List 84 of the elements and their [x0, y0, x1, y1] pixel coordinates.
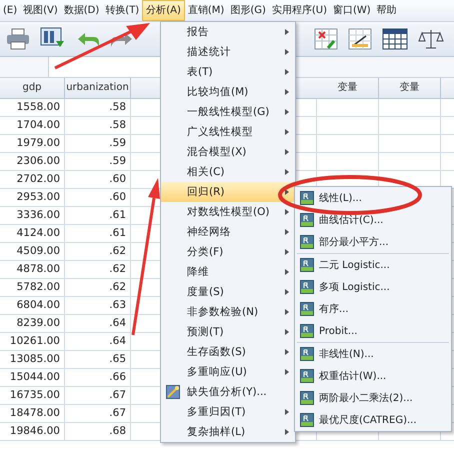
- menu-item[interactable]: 对数线性模型(O): [161, 202, 295, 222]
- regression-icon: [300, 235, 314, 249]
- regression-icon: [300, 369, 314, 383]
- menu-item[interactable]: 生存函数(S): [161, 342, 295, 362]
- submenu-arrow-icon: [285, 269, 289, 275]
- menu-item[interactable]: 表(T): [161, 62, 295, 82]
- menu-bar-item[interactable]: 图形(G): [227, 0, 269, 21]
- menu-item[interactable]: 描述统计: [161, 42, 295, 62]
- menu-item[interactable]: 复杂抽样(L): [161, 422, 295, 442]
- regression-icon: [300, 213, 314, 227]
- menu-item[interactable]: Probit...: [295, 320, 451, 342]
- menu-item[interactable]: 一般线性模型(G): [161, 102, 295, 122]
- menu-bar-item[interactable]: 窗口(W): [330, 0, 374, 21]
- menu-item[interactable]: 最优尺度(CATREG)...: [295, 409, 451, 431]
- column-header[interactable]: gdp: [0, 78, 65, 98]
- menu-bar-item[interactable]: (E): [0, 0, 20, 21]
- regression-icon: [300, 191, 314, 205]
- menu-item[interactable]: 权重估计(W)...: [295, 365, 451, 387]
- grid-wand-icon: [166, 385, 180, 399]
- submenu-arrow-icon: [285, 229, 289, 235]
- menu-item[interactable]: 降维: [161, 262, 295, 282]
- menu-bar-item[interactable]: 直销(M): [184, 0, 228, 21]
- regression-icon: [300, 413, 314, 427]
- submenu-arrow-icon: [285, 89, 289, 95]
- menu-item[interactable]: 线性(L)...: [295, 187, 451, 209]
- menu-item[interactable]: 广义线性模型: [161, 122, 295, 142]
- menu-item[interactable]: 两阶最小二乘法(2)...: [295, 387, 451, 409]
- submenu-arrow-icon: [285, 309, 289, 315]
- menu-item[interactable]: 报告: [161, 22, 295, 42]
- menu-item[interactable]: 多重归因(T): [161, 402, 295, 422]
- menu-item[interactable]: 有序...: [295, 298, 451, 320]
- submenu-arrow-icon: [285, 169, 289, 175]
- column-header[interactable]: 变量: [379, 78, 441, 98]
- menu-bar-item[interactable]: 分析(A): [142, 0, 185, 21]
- menu-item[interactable]: 部分最小平方...: [295, 231, 451, 253]
- menu-bar-item[interactable]: 转换(T): [102, 0, 142, 21]
- menu-item[interactable]: 回归(R): [161, 182, 295, 202]
- submenu-arrow-icon: [285, 149, 289, 155]
- regression-icon: [300, 258, 314, 272]
- chart-table-icon[interactable]: [348, 28, 372, 50]
- menu-item[interactable]: 预测(T): [161, 322, 295, 342]
- submenu-arrow-icon: [285, 249, 289, 255]
- submenu-arrow-icon: [285, 69, 289, 75]
- menu-item[interactable]: 度量(S): [161, 282, 295, 302]
- menu-item[interactable]: 相关(C): [161, 162, 295, 182]
- regression-icon: [300, 391, 314, 405]
- regression-icon: [300, 302, 314, 316]
- submenu-arrow-icon: [285, 209, 289, 215]
- submenu-arrow-icon: [285, 409, 289, 415]
- menu-item[interactable]: 混合模型(X): [161, 142, 295, 162]
- submenu-arrow-icon: [285, 109, 289, 115]
- submenu-arrow-icon: [285, 329, 289, 335]
- menu-item[interactable]: 神经网络: [161, 222, 295, 242]
- submenu-arrow-icon: [285, 349, 289, 355]
- cell-editor-field[interactable]: [48, 57, 161, 77]
- menu-item[interactable]: 缺失值分析(Y)...: [161, 382, 295, 402]
- column-header[interactable]: urbanization: [65, 78, 131, 98]
- menu-item[interactable]: 二元 Logistic...: [295, 254, 451, 276]
- menu-bar-item[interactable]: 视图(V): [20, 0, 61, 21]
- menu-item[interactable]: 多项 Logistic...: [295, 276, 451, 298]
- regression-icon: [300, 347, 314, 361]
- menu-item[interactable]: 多重响应(U): [161, 362, 295, 382]
- submenu-arrow-icon: [285, 429, 289, 435]
- regression-icon: [300, 280, 314, 294]
- grid-icon[interactable]: [382, 28, 408, 50]
- column-header[interactable]: 变量: [317, 78, 379, 98]
- menu-bar-item[interactable]: 帮助: [374, 0, 400, 21]
- submenu-arrow-icon: [285, 49, 289, 55]
- menu-item[interactable]: 非线性(N)...: [295, 343, 451, 365]
- submenu-arrow-icon: [285, 189, 289, 195]
- undo-icon[interactable]: [76, 30, 100, 48]
- menu-item[interactable]: 分类(F): [161, 242, 295, 262]
- printer-icon[interactable]: [6, 28, 30, 50]
- menu-item[interactable]: 比较均值(M): [161, 82, 295, 102]
- scale-icon[interactable]: [418, 28, 444, 50]
- regression-icon: [300, 324, 314, 338]
- submenu-arrow-icon: [285, 289, 289, 295]
- submenu-arrow-icon: [285, 129, 289, 135]
- menu-item[interactable]: 曲线估计(C)...: [295, 209, 451, 231]
- menu-bar-item[interactable]: 数据(D): [60, 0, 102, 21]
- submenu-arrow-icon: [285, 369, 289, 375]
- menu-item[interactable]: 非参数检验(N): [161, 302, 295, 322]
- submenu-arrow-icon: [285, 29, 289, 35]
- menu-bar-item[interactable]: 实用程序(U): [268, 0, 330, 21]
